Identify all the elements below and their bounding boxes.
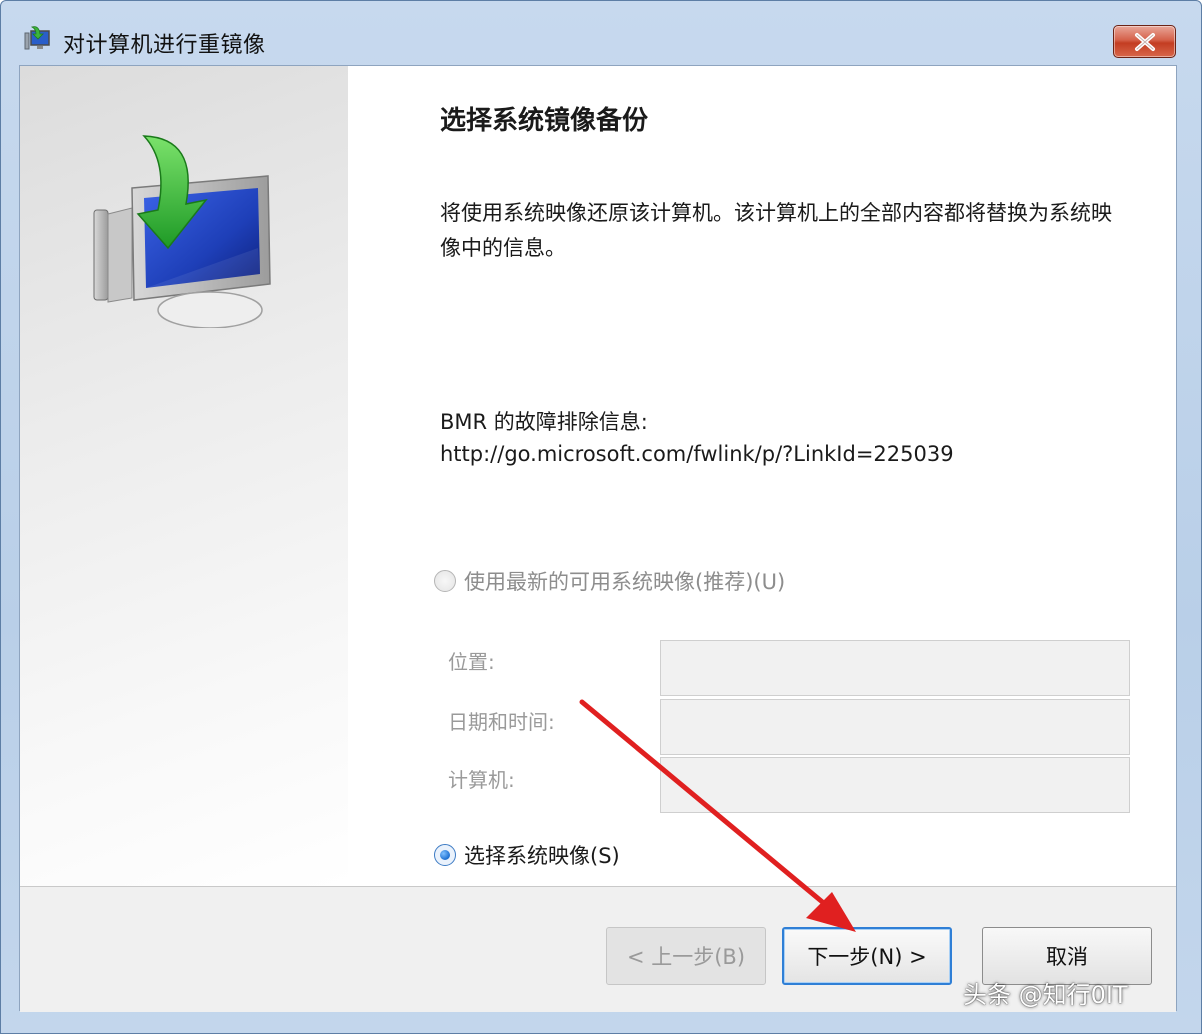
use-latest-image-radio: [434, 570, 456, 592]
location-field: [660, 640, 1130, 696]
datetime-label: 日期和时间:: [448, 710, 555, 734]
window-title: 对计算机进行重镜像: [63, 33, 266, 58]
bmr-troubleshooting-label: BMR 的故障排除信息:: [440, 410, 648, 434]
select-image-radio[interactable]: [434, 844, 456, 866]
location-label: 位置:: [448, 650, 495, 674]
use-latest-image-label: 使用最新的可用系统映像(推荐)(U): [464, 570, 786, 594]
computer-label: 计算机:: [448, 768, 515, 792]
wizard-side-panel: [20, 66, 348, 886]
watermark-text: 头条 @知行0IT: [963, 981, 1128, 1009]
monitor-with-green-arrow-icon: [93, 135, 271, 328]
back-button: < 上一步(B): [606, 927, 766, 985]
dialog-client-area: 选择系统镜像备份 将使用系统映像还原该计算机。该计算机上的全部内容都将替换为系统…: [19, 65, 1177, 1012]
select-image-option[interactable]: 选择系统映像(S): [434, 840, 620, 870]
bmr-troubleshooting-link[interactable]: http://go.microsoft.com/fwlink/p/?LinkId…: [440, 442, 954, 466]
next-button[interactable]: 下一步(N) >: [782, 927, 952, 985]
use-latest-image-option: 使用最新的可用系统映像(推荐)(U): [434, 566, 785, 596]
computer-field: [660, 757, 1130, 813]
title-bar[interactable]: 对计算机进行重镜像: [1, 1, 1201, 65]
close-icon: [1135, 33, 1155, 51]
close-button[interactable]: [1113, 25, 1176, 58]
restore-computer-icon: [23, 25, 53, 53]
select-image-label[interactable]: 选择系统映像(S): [464, 840, 620, 870]
page-description: 将使用系统映像还原该计算机。该计算机上的全部内容都将替换为系统映像中的信息。: [440, 201, 1112, 260]
datetime-field: [660, 699, 1130, 755]
reimage-dialog-window: 对计算机进行重镜像 选择系统镜像备份 将使用系统映像还原该计算机。该计算机上的全…: [0, 0, 1202, 1034]
page-heading: 选择系统镜像备份: [440, 106, 649, 136]
